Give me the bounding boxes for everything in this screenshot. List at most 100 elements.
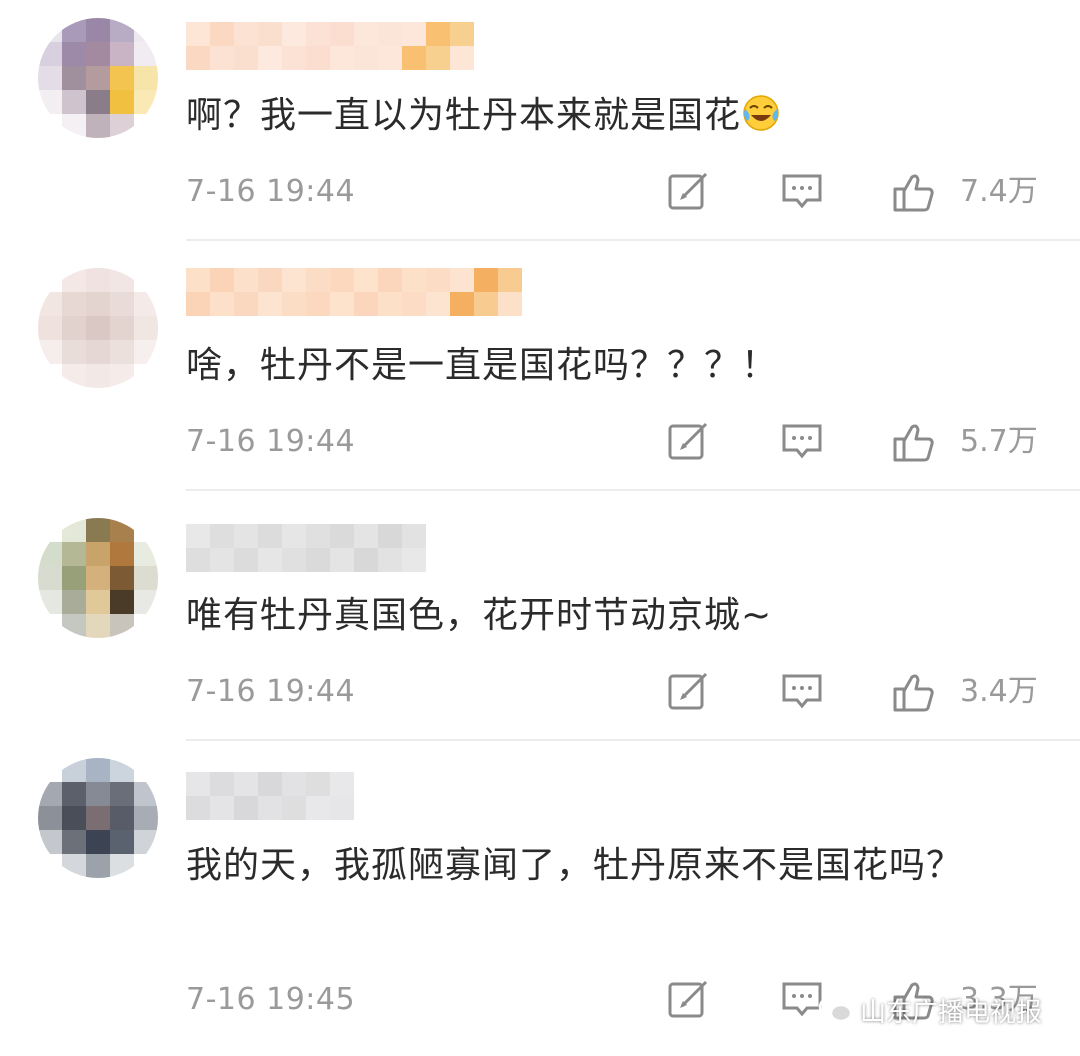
avatar-pixel bbox=[62, 542, 86, 566]
like-button[interactable] bbox=[892, 172, 936, 212]
avatar[interactable] bbox=[38, 758, 158, 878]
avatar-pixel bbox=[62, 42, 86, 66]
name-blur-pixel bbox=[402, 548, 426, 572]
avatar-pixel bbox=[110, 830, 134, 854]
name-blur-column bbox=[306, 524, 330, 572]
name-blur-column bbox=[378, 524, 402, 572]
edit-icon bbox=[668, 172, 708, 210]
avatar-pixel bbox=[110, 518, 134, 542]
name-blur-pixel bbox=[258, 548, 282, 572]
name-blur-column bbox=[402, 524, 426, 572]
avatar-pixel bbox=[62, 316, 86, 340]
name-blur-column bbox=[330, 772, 354, 820]
like-button[interactable] bbox=[892, 672, 936, 712]
name-blur-pixel bbox=[210, 772, 234, 796]
username-blurred[interactable] bbox=[186, 268, 522, 316]
avatar-pixel bbox=[38, 42, 62, 66]
name-blur-pixel bbox=[378, 292, 402, 316]
name-blur-column bbox=[258, 772, 282, 820]
name-blur-column bbox=[210, 268, 234, 316]
avatar-pixel bbox=[38, 114, 62, 138]
avatar-pixel bbox=[62, 590, 86, 614]
avatar-pixel bbox=[110, 114, 134, 138]
like-count: 7.4万 bbox=[960, 174, 1038, 209]
name-blur-column bbox=[426, 268, 450, 316]
name-blur-pixel bbox=[234, 524, 258, 548]
avatar-pixel bbox=[134, 316, 158, 340]
avatar-pixel bbox=[62, 340, 86, 364]
avatar-pixel bbox=[86, 66, 110, 90]
comment-text: 我的天，我孤陋寡闻了，牡丹原来不是国花吗？ bbox=[186, 845, 964, 886]
comment-icon bbox=[782, 674, 822, 709]
name-blur-pixel bbox=[354, 22, 378, 46]
avatar-pixel bbox=[110, 614, 134, 638]
avatar-pixel bbox=[86, 90, 110, 114]
name-blur-pixel bbox=[330, 46, 354, 70]
avatar[interactable] bbox=[38, 518, 158, 638]
name-blur-pixel bbox=[402, 22, 426, 46]
name-blur-pixel bbox=[402, 46, 426, 70]
reply-button[interactable] bbox=[780, 422, 824, 462]
name-blur-column bbox=[258, 524, 282, 572]
avatar-pixel bbox=[134, 268, 158, 292]
name-blur-pixel bbox=[426, 46, 450, 70]
avatar-pixel bbox=[38, 854, 62, 878]
name-blur-pixel bbox=[258, 772, 282, 796]
name-blur-column bbox=[186, 268, 210, 316]
name-blur-pixel bbox=[354, 46, 378, 70]
name-blur-pixel bbox=[402, 292, 426, 316]
name-blur-column bbox=[402, 268, 426, 316]
avatar-pixel bbox=[134, 90, 158, 114]
avatar-pixel bbox=[38, 292, 62, 316]
name-blur-pixel bbox=[234, 22, 258, 46]
reply-button[interactable] bbox=[780, 172, 824, 212]
name-blur-pixel bbox=[186, 22, 210, 46]
name-blur-pixel bbox=[186, 292, 210, 316]
avatar-pixel bbox=[38, 90, 62, 114]
avatar-pixel bbox=[134, 18, 158, 42]
avatar-pixel bbox=[134, 590, 158, 614]
avatar-pixel bbox=[62, 18, 86, 42]
repost-button[interactable] bbox=[666, 172, 710, 212]
name-blur-pixel bbox=[306, 524, 330, 548]
name-blur-pixel bbox=[354, 548, 378, 572]
name-blur-pixel bbox=[210, 548, 234, 572]
name-blur-pixel bbox=[258, 796, 282, 820]
avatar-pixel bbox=[134, 830, 158, 854]
name-blur-pixel bbox=[426, 268, 450, 292]
name-blur-pixel bbox=[186, 548, 210, 572]
avatar-pixel bbox=[110, 292, 134, 316]
like-button[interactable] bbox=[892, 422, 936, 462]
username-blurred[interactable] bbox=[186, 524, 426, 572]
name-blur-column bbox=[450, 22, 474, 70]
name-blur-pixel bbox=[306, 22, 330, 46]
avatar-pixel bbox=[110, 590, 134, 614]
repost-button[interactable] bbox=[666, 422, 710, 462]
avatar-pixel bbox=[38, 614, 62, 638]
username-blurred[interactable] bbox=[186, 22, 474, 70]
avatar[interactable] bbox=[38, 18, 158, 138]
avatar-pixel bbox=[62, 268, 86, 292]
name-blur-column bbox=[306, 22, 330, 70]
name-blur-pixel bbox=[234, 772, 258, 796]
name-blur-pixel bbox=[474, 268, 498, 292]
edit-icon bbox=[668, 422, 708, 460]
avatar[interactable] bbox=[38, 268, 158, 388]
avatar-pixel bbox=[62, 830, 86, 854]
comment-text: 啥，牡丹不是一直是国花吗？？？！ bbox=[186, 345, 779, 386]
name-blur-pixel bbox=[378, 46, 402, 70]
avatar-pixel bbox=[38, 18, 62, 42]
reply-button[interactable] bbox=[780, 672, 824, 712]
repost-button[interactable] bbox=[666, 672, 710, 712]
name-blur-pixel bbox=[330, 22, 354, 46]
username-blurred[interactable] bbox=[186, 772, 354, 820]
repost-button[interactable] bbox=[666, 980, 710, 1020]
comment-text: 啊？我一直以为牡丹本来就是国花 bbox=[186, 95, 742, 136]
name-blur-column bbox=[234, 268, 258, 316]
name-blur-pixel bbox=[330, 548, 354, 572]
name-blur-column bbox=[354, 268, 378, 316]
name-blur-column bbox=[306, 772, 330, 820]
avatar-pixel bbox=[38, 542, 62, 566]
name-blur-pixel bbox=[258, 524, 282, 548]
avatar-pixel bbox=[38, 782, 62, 806]
